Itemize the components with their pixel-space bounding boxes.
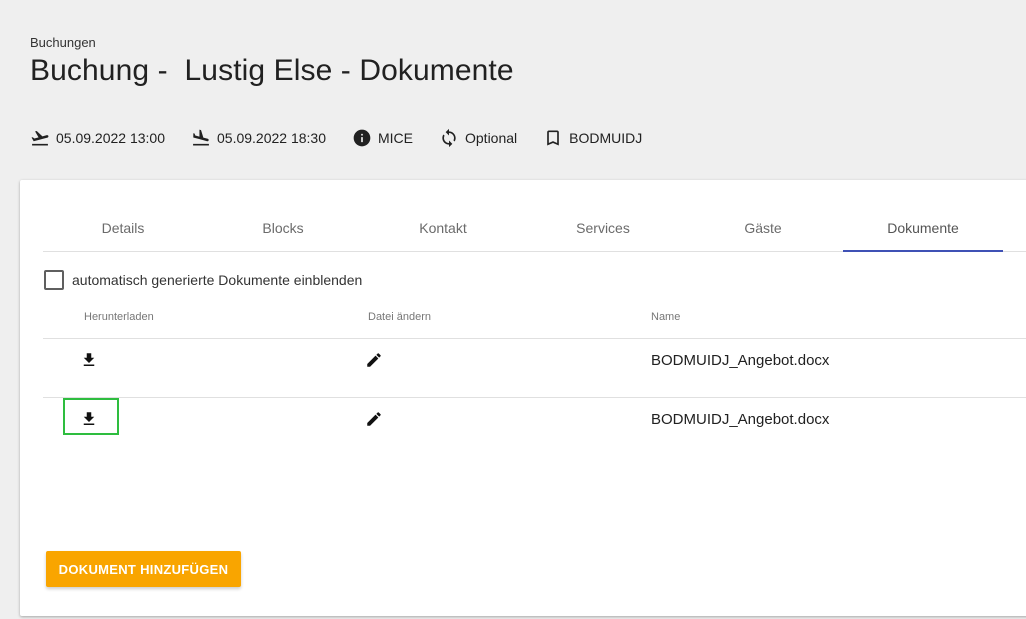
breadcrumb[interactable]: Buchungen <box>30 35 96 50</box>
document-name: BODMUIDJ_Angebot.docx <box>651 411 830 428</box>
bookmark-icon <box>547 130 559 146</box>
download-button[interactable] <box>78 408 100 430</box>
tab-services[interactable]: Services <box>523 204 683 251</box>
flight-takeoff-icon <box>31 130 49 146</box>
page-header: Buchungen Buchung - Lustig Else - Dokume… <box>0 0 1026 160</box>
meta-type: MICE <box>352 128 413 148</box>
column-header-name: Name <box>651 311 681 323</box>
document-name: BODMUIDJ_Angebot.docx <box>651 352 830 369</box>
table-row: BODMUIDJ_Angebot.docx <box>43 398 1026 457</box>
restore-icon <box>442 128 456 148</box>
arrival-datetime: 05.09.2022 13:00 <box>56 130 165 146</box>
meta-departure: 05.09.2022 18:30 <box>191 128 326 148</box>
flight-land-icon <box>193 129 209 146</box>
meta-status: Optional <box>439 128 517 148</box>
table-row: BODMUIDJ_Angebot.docx <box>43 339 1026 398</box>
download-button[interactable] <box>78 349 100 371</box>
edit-file-button[interactable] <box>363 349 385 371</box>
add-document-button[interactable]: DOKUMENT HINZUFÜGEN <box>46 551 241 587</box>
booking-code: BODMUIDJ <box>569 130 643 146</box>
auto-docs-label[interactable]: automatisch generierte Dokumente einblen… <box>72 272 362 288</box>
column-header-edit: Datei ändern <box>368 311 431 323</box>
meta-code: BODMUIDJ <box>543 128 642 148</box>
meta-arrival: 05.09.2022 13:00 <box>30 128 165 148</box>
documents-card: Details Blocks Kontakt Services Gäste Do… <box>20 180 1026 616</box>
pencil-icon <box>367 353 381 367</box>
auto-docs-filter[interactable]: automatisch generierte Dokumente einblen… <box>44 270 362 290</box>
departure-datetime: 05.09.2022 18:30 <box>217 130 326 146</box>
download-icon <box>83 412 95 425</box>
edit-file-button[interactable] <box>363 408 385 430</box>
booking-meta-row: 05.09.2022 13:00 05.09.2022 18:30 MICE O… <box>30 127 668 149</box>
pencil-icon <box>367 412 381 426</box>
tab-bar: Details Blocks Kontakt Services Gäste Do… <box>43 204 1026 252</box>
table-header: Herunterladen Datei ändern Name <box>43 300 1026 339</box>
auto-docs-checkbox[interactable] <box>44 270 64 290</box>
page-title: Buchung - Lustig Else - Dokumente <box>30 54 514 87</box>
tab-kontakt[interactable]: Kontakt <box>363 204 523 251</box>
column-header-download: Herunterladen <box>84 311 154 323</box>
booking-status: Optional <box>465 130 518 146</box>
tab-dokumente[interactable]: Dokumente <box>843 204 1003 252</box>
documents-table: Herunterladen Datei ändern Name BODMUIDJ… <box>43 300 1026 457</box>
booking-type: MICE <box>378 130 413 146</box>
tab-details[interactable]: Details <box>43 204 203 251</box>
tab-gaeste[interactable]: Gäste <box>683 204 843 251</box>
tab-blocks[interactable]: Blocks <box>203 204 363 251</box>
download-icon <box>83 353 95 366</box>
info-icon <box>353 129 371 147</box>
